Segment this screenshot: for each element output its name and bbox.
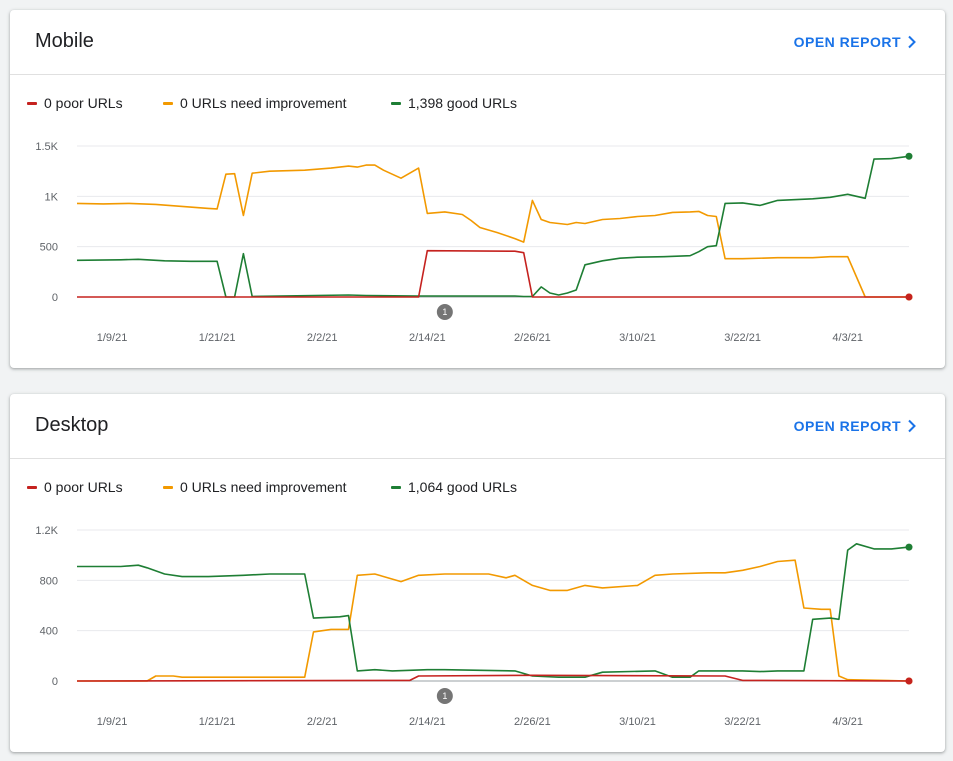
x-tick-label: 1/9/21 bbox=[97, 332, 128, 344]
y-tick-label: 0 bbox=[52, 292, 58, 304]
x-tick-label: 1/9/21 bbox=[97, 716, 128, 728]
legend-label: 1,064 good URLs bbox=[408, 479, 517, 495]
series-line-poor bbox=[76, 674, 910, 682]
x-tick-label: 1/21/21 bbox=[199, 332, 236, 344]
legend-label: 0 URLs need improvement bbox=[180, 95, 347, 111]
x-tick-label: 2/26/21 bbox=[514, 716, 551, 728]
y-tick-label: 1.5K bbox=[35, 141, 58, 153]
chevron-right-icon bbox=[908, 419, 916, 433]
x-tick-label: 3/10/21 bbox=[619, 716, 656, 728]
x-tick-label: 2/14/21 bbox=[409, 332, 446, 344]
mobile-chart: 0 500 1K 1.5K 1/9/21 1/21/21 2/2/21 2/14/21 2/26… bbox=[35, 141, 913, 344]
series-endpoint-good bbox=[905, 152, 913, 160]
card-title: Mobile bbox=[35, 30, 94, 52]
x-tick-label: 2/26/21 bbox=[514, 332, 551, 344]
series-endpoint-poor bbox=[905, 293, 913, 301]
x-tick-label: 4/3/21 bbox=[832, 332, 863, 344]
mobile-card: Mobile OPEN REPORT 0 poor URLs 0 URLs ne… bbox=[10, 10, 945, 368]
legend-item-good[interactable]: 1,398 good URLs bbox=[391, 95, 517, 111]
series-endpoint-good bbox=[905, 543, 913, 551]
series-line-needs-improvement bbox=[76, 164, 909, 298]
legend-label: 0 poor URLs bbox=[44, 95, 123, 111]
open-report-label: OPEN REPORT bbox=[793, 34, 901, 50]
x-tick-label: 2/2/21 bbox=[307, 716, 338, 728]
x-tick-label: 2/14/21 bbox=[409, 716, 446, 728]
x-tick-label: 4/3/21 bbox=[832, 716, 863, 728]
y-tick-label: 1K bbox=[45, 191, 59, 203]
legend-swatch-poor bbox=[27, 485, 37, 489]
y-tick-label: 0 bbox=[52, 676, 58, 688]
annotation-label: 1 bbox=[442, 691, 447, 701]
desktop-card: Desktop OPEN REPORT 0 poor URLs 0 URLs n… bbox=[10, 394, 945, 752]
legend-swatch-good bbox=[391, 101, 401, 105]
legend-label: 0 poor URLs bbox=[44, 479, 123, 495]
legend-item-poor[interactable]: 0 poor URLs bbox=[27, 479, 123, 495]
legend-item-good[interactable]: 1,064 good URLs bbox=[391, 479, 517, 495]
legend-swatch-good bbox=[391, 485, 401, 489]
series-line-needs-improvement bbox=[77, 559, 910, 682]
y-tick-label: 400 bbox=[40, 626, 58, 638]
x-tick-label: 3/22/21 bbox=[724, 716, 761, 728]
legend-swatch-needs-improvement bbox=[163, 101, 173, 105]
y-tick-label: 1.2K bbox=[35, 525, 58, 537]
card-title: Desktop bbox=[35, 414, 109, 436]
x-tick-label: 3/10/21 bbox=[619, 332, 656, 344]
chevron-right-icon bbox=[908, 35, 916, 49]
x-tick-label: 3/22/21 bbox=[724, 332, 761, 344]
legend-label: 1,398 good URLs bbox=[408, 95, 517, 111]
x-tick-label: 2/2/21 bbox=[307, 332, 338, 344]
x-tick-label: 1/21/21 bbox=[199, 716, 236, 728]
open-report-link[interactable]: OPEN REPORT bbox=[794, 418, 917, 434]
legend-item-needs-improvement[interactable]: 0 URLs need improvement bbox=[163, 95, 347, 111]
card-header: Desktop OPEN REPORT bbox=[10, 394, 945, 459]
legend-swatch-needs-improvement bbox=[163, 485, 173, 489]
series-endpoint-poor bbox=[905, 677, 913, 685]
legend-item-poor[interactable]: 0 poor URLs bbox=[27, 95, 123, 111]
series-line-good bbox=[77, 543, 910, 678]
annotation-label: 1 bbox=[442, 307, 447, 317]
card-header: Mobile OPEN REPORT bbox=[10, 10, 945, 75]
legend-label: 0 URLs need improvement bbox=[180, 479, 347, 495]
series-line-good bbox=[76, 155, 910, 298]
legend-swatch-poor bbox=[27, 101, 37, 105]
open-report-link[interactable]: OPEN REPORT bbox=[794, 34, 917, 50]
y-tick-label: 500 bbox=[40, 242, 58, 254]
y-tick-label: 800 bbox=[40, 575, 58, 587]
desktop-chart: 0 400 800 1.2K 1/9/21 1/21/21 2/2/21 2/14/21 2/2… bbox=[35, 525, 913, 728]
legend-item-needs-improvement[interactable]: 0 URLs need improvement bbox=[163, 479, 347, 495]
open-report-label: OPEN REPORT bbox=[793, 418, 901, 434]
